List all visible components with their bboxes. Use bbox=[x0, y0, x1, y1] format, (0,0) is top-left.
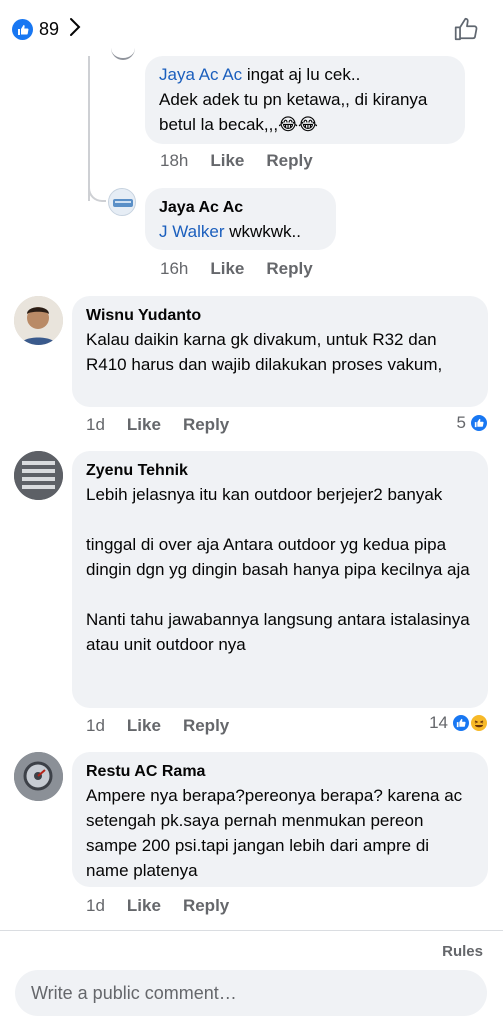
like-button[interactable]: Like bbox=[127, 716, 161, 736]
mention-link[interactable]: Jaya Ac Ac bbox=[159, 65, 242, 84]
comment-time[interactable]: 16h bbox=[160, 259, 188, 279]
comment-bubble: Jaya Ac Ac ingat aj lu cek.. Adek adek t… bbox=[145, 56, 465, 144]
comment-time[interactable]: 1d bbox=[86, 716, 105, 736]
comment-author[interactable]: Wisnu Yudanto bbox=[86, 305, 474, 327]
avatar[interactable] bbox=[108, 188, 136, 216]
like-reaction-icon bbox=[469, 413, 489, 433]
comment-author[interactable]: Jaya Ac Ac bbox=[159, 197, 322, 219]
reaction-count: 5 bbox=[456, 413, 466, 432]
comment-actions: 1d Like Reply bbox=[86, 415, 251, 435]
comment-time[interactable]: 1d bbox=[86, 415, 105, 435]
comment-bubble: Jaya Ac Ac J Walker wkwkwk.. bbox=[145, 188, 336, 250]
like-count: 89 bbox=[39, 19, 60, 39]
comment-actions: 16h Like Reply bbox=[160, 259, 335, 279]
reactions-header: 89 bbox=[0, 0, 503, 56]
comment-text: Ampere nya berapa?pereonya berapa? karen… bbox=[86, 786, 467, 880]
reply-button[interactable]: Reply bbox=[183, 716, 229, 736]
like-summary[interactable]: 89 bbox=[12, 17, 81, 42]
reply-button[interactable]: Reply bbox=[266, 259, 312, 279]
comment-reactions[interactable]: 5 bbox=[457, 413, 489, 433]
comment-author[interactable]: Zyenu Tehnik bbox=[86, 460, 474, 482]
like-button[interactable]: Like bbox=[127, 415, 161, 435]
comment-input[interactable]: Write a public comment… bbox=[15, 970, 487, 1016]
avatar[interactable] bbox=[14, 296, 63, 345]
like-reaction-icon bbox=[12, 19, 33, 40]
comment-text: Adek adek tu pn ketawa,, di kiranya betu… bbox=[159, 90, 433, 134]
mention-link[interactable]: J Walker bbox=[159, 222, 225, 241]
reply-button[interactable]: Reply bbox=[183, 415, 229, 435]
reaction-count: 14 bbox=[429, 713, 448, 732]
rules-link[interactable]: Rules bbox=[442, 943, 483, 960]
comment-actions: 1d Like Reply bbox=[86, 896, 251, 916]
comment-text: Jaya Ac Ac ingat aj lu cek.. bbox=[159, 65, 361, 84]
like-button[interactable]: Like bbox=[210, 259, 244, 279]
like-button[interactable]: Like bbox=[127, 896, 161, 916]
thread-connector bbox=[88, 175, 106, 202]
comment-text: Kalau daikin karna gk divakum, untuk R32… bbox=[86, 330, 443, 374]
comment-actions: 1d Like Reply bbox=[86, 716, 251, 736]
comment-bubble: Zyenu Tehnik Lebih jelasnya itu kan outd… bbox=[72, 451, 488, 708]
comment-actions: 18h Like Reply bbox=[160, 151, 335, 171]
avatar[interactable] bbox=[14, 752, 63, 801]
comment-text: Lebih jelasnya itu kan outdoor berjejer2… bbox=[86, 485, 470, 654]
comment-bubble: Wisnu Yudanto Kalau daikin karna gk diva… bbox=[72, 296, 488, 407]
comment-bubble: Restu AC Rama Ampere nya berapa?pereonya… bbox=[72, 752, 488, 887]
footer-divider bbox=[0, 930, 503, 931]
reply-button[interactable]: Reply bbox=[183, 896, 229, 916]
avatar[interactable] bbox=[14, 451, 63, 500]
comment-author[interactable]: Restu AC Rama bbox=[86, 761, 474, 783]
like-outline-icon[interactable] bbox=[453, 16, 479, 47]
comment-text: J Walker wkwkwk.. bbox=[159, 222, 301, 241]
chevron-right-icon bbox=[69, 17, 81, 42]
like-reaction-icon bbox=[451, 713, 471, 733]
reply-avatar-partial bbox=[111, 44, 135, 60]
comment-time[interactable]: 1d bbox=[86, 896, 105, 916]
haha-reaction-icon bbox=[469, 713, 489, 733]
comment-time[interactable]: 18h bbox=[160, 151, 188, 171]
like-button[interactable]: Like bbox=[210, 151, 244, 171]
comment-input-placeholder: Write a public comment… bbox=[31, 982, 237, 1003]
reply-button[interactable]: Reply bbox=[266, 151, 312, 171]
comment-reactions[interactable]: 14 bbox=[429, 713, 489, 733]
